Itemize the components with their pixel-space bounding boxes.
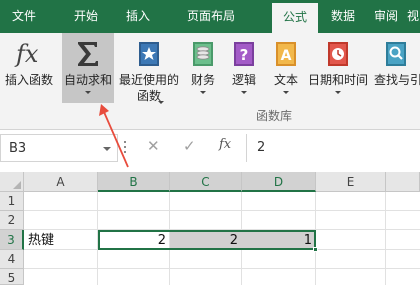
recently-used-label: 最近使用的 [118, 73, 179, 87]
sigma-icon [74, 39, 102, 69]
column-header-a[interactable]: A [24, 172, 98, 192]
tab-review[interactable]: 审阅 [366, 0, 406, 33]
autosum-label: 自动求和 [63, 73, 112, 87]
star-book-icon [135, 39, 163, 69]
name-box-value: B3 [9, 141, 27, 156]
worksheet-grid: A B C D E 1 2 3 4 5 热键 2 2 1 [0, 172, 420, 285]
chevron-down-icon [241, 91, 247, 94]
column-header-d[interactable]: D [242, 172, 316, 192]
gridline [24, 210, 420, 211]
cell-c3[interactable]: 2 [172, 231, 238, 250]
tab-home[interactable]: 开始 [60, 0, 112, 33]
autosum-button[interactable]: 自动求和 [62, 33, 114, 103]
tab-insert[interactable]: 插入 [114, 0, 162, 33]
tab-file[interactable]: 文件 [0, 0, 48, 33]
chevron-down-icon [200, 91, 206, 94]
fill-handle[interactable] [313, 247, 318, 252]
row-header-4[interactable]: 4 [0, 250, 24, 269]
financial-button[interactable]: 财务 [184, 33, 222, 107]
name-box[interactable]: B3 [0, 134, 118, 162]
svg-text:fx: fx [14, 40, 39, 68]
lookup-reference-button[interactable]: 查找与引 [372, 33, 420, 107]
magnifier-book-icon [382, 39, 410, 69]
row-header-3[interactable]: 3 [0, 230, 24, 250]
gridline [385, 192, 386, 285]
fx-icon: fx [12, 39, 46, 69]
date-time-button[interactable]: 日期和时间 [306, 33, 370, 107]
tab-page-layout[interactable]: 页面布局 [170, 0, 252, 33]
cancel-icon[interactable]: ✕ [147, 137, 160, 155]
tab-view[interactable]: 视 [406, 0, 420, 33]
ribbon-tab-bar: 文件 开始 插入 页面布局 公式 数据 审阅 视 [0, 0, 420, 33]
select-all-button[interactable] [0, 172, 24, 192]
resize-handle[interactable] [124, 141, 127, 155]
cell-d3[interactable]: 1 [244, 231, 312, 250]
recently-used-label-line2: 函数 [136, 89, 161, 103]
insert-function-button[interactable]: fx 插入函数 [0, 33, 58, 107]
text-functions-label: 文本 [273, 73, 298, 87]
enter-icon[interactable]: ✓ [183, 137, 196, 155]
cell-a3[interactable]: 热键 [28, 231, 96, 250]
financial-label: 财务 [190, 73, 215, 87]
function-library-group-label: 函数库 [256, 109, 293, 123]
row-header-1[interactable]: 1 [0, 192, 24, 211]
insert-function-label: 插入函数 [4, 73, 53, 87]
recently-used-button[interactable]: 最近使用的 函数 [116, 33, 182, 107]
date-time-label: 日期和时间 [307, 73, 368, 87]
column-header-e[interactable]: E [316, 172, 386, 192]
tab-data[interactable]: 数据 [322, 0, 364, 33]
row-header-5[interactable]: 5 [0, 269, 24, 285]
chevron-down-icon [85, 91, 91, 94]
column-header-f[interactable] [386, 172, 420, 192]
chevron-down-icon [283, 91, 289, 94]
logical-button[interactable]: ? 逻辑 [226, 33, 262, 107]
column-header-c[interactable]: C [170, 172, 242, 192]
letter-a-book-icon: A [272, 39, 300, 69]
chevron-down-icon[interactable] [103, 147, 111, 151]
text-functions-button[interactable]: A 文本 [266, 33, 306, 107]
svg-text:A: A [281, 48, 292, 64]
ribbon-formulas-panel: fx 插入函数 自动求和 最近使用的 函数 财务 ? 逻辑 A 文本 日期和时间… [0, 33, 420, 130]
clock-book-icon [324, 39, 352, 69]
formula-input[interactable]: 2 [246, 134, 420, 162]
insert-function-icon[interactable]: fx [219, 137, 231, 152]
chevron-down-icon [335, 91, 341, 94]
svg-text:?: ? [240, 46, 249, 64]
coins-book-icon [189, 39, 217, 69]
tab-formulas[interactable]: 公式 [272, 3, 318, 33]
formula-bar: B3 ✕ ✓ fx 2 [0, 130, 420, 172]
row-header-2[interactable]: 2 [0, 211, 24, 230]
question-book-icon: ? [230, 39, 258, 69]
logical-label: 逻辑 [231, 73, 256, 87]
gridline [24, 268, 420, 269]
cell-b3[interactable]: 2 [100, 231, 166, 250]
formula-value: 2 [257, 140, 266, 155]
chevron-down-icon [157, 101, 164, 104]
lookup-reference-label: 查找与引 [374, 73, 420, 87]
column-header-b[interactable]: B [98, 172, 170, 192]
